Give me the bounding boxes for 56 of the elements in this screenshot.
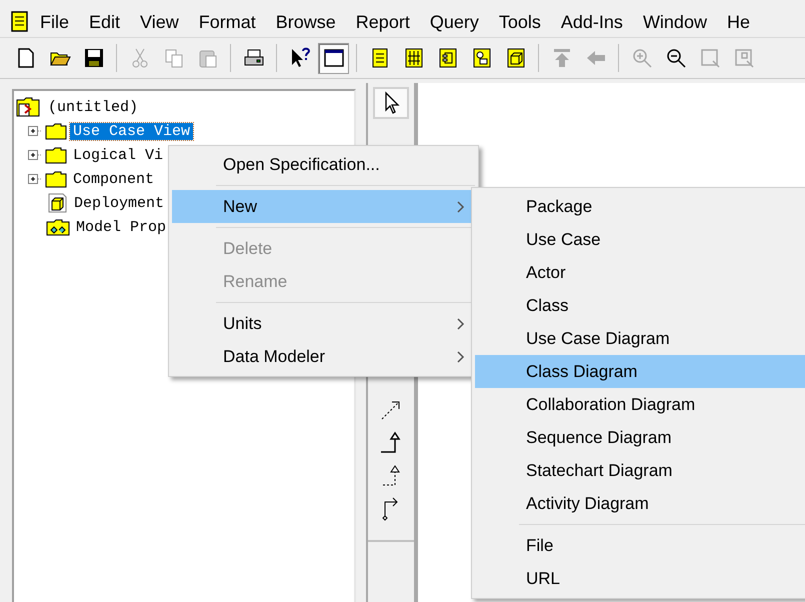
folder-icon: [45, 122, 67, 140]
tree-item[interactable]: Use Case View: [70, 122, 194, 140]
toolbar-button[interactable]: [318, 42, 349, 74]
generalization-tool-icon: [379, 430, 403, 456]
copy-icon: [162, 47, 184, 69]
menu-item[interactable]: Use Case: [475, 223, 805, 256]
menu-title[interactable]: Add-Ins: [550, 12, 633, 32]
menu-title[interactable]: Edit: [79, 12, 130, 32]
model-icon: [16, 97, 42, 117]
window-icon: [322, 47, 344, 69]
tree-item[interactable]: Deployment: [71, 194, 168, 212]
zoom-in-icon: [630, 47, 652, 69]
menu-title[interactable]: Browse: [266, 12, 346, 32]
folder-icon: [46, 218, 70, 236]
menu-item[interactable]: Statechart Diagram: [475, 454, 805, 487]
fit-selection-icon: [732, 47, 754, 69]
menu-item[interactable]: Open Specification...: [172, 148, 475, 181]
menu-title[interactable]: Window: [632, 12, 717, 32]
menu-item[interactable]: Sequence Diagram: [475, 421, 805, 454]
menu-item[interactable]: Collaboration Diagram: [475, 388, 805, 421]
bars-icon: [402, 47, 424, 69]
menu-title[interactable]: File: [30, 12, 80, 32]
cube-icon: [46, 193, 68, 213]
menu-title[interactable]: Query: [420, 12, 489, 32]
plus-icon[interactable]: [28, 125, 42, 137]
menu-item[interactable]: Package: [475, 190, 805, 223]
menu-title[interactable]: Tools: [488, 12, 551, 32]
menu-item[interactable]: Class Diagram: [475, 355, 805, 388]
document-icon[interactable]: [10, 11, 30, 33]
tree-item[interactable]: Component: [70, 170, 158, 188]
shapes-icon: [470, 47, 492, 69]
menu-item[interactable]: Class: [475, 289, 805, 322]
plus-icon[interactable]: [28, 173, 42, 185]
tree-item[interactable]: (untitled): [45, 98, 142, 116]
menu-item[interactable]: File: [475, 529, 805, 562]
menu-item[interactable]: Activity Diagram: [475, 487, 805, 520]
menu-item[interactable]: Use Case Diagram: [475, 322, 805, 355]
plus-icon[interactable]: [28, 149, 42, 161]
menu-item[interactable]: Actor: [475, 256, 805, 289]
menu-title[interactable]: View: [130, 12, 189, 32]
zoom-out-icon: [664, 47, 686, 69]
fit-icon: [698, 47, 720, 69]
tree-item[interactable]: Logical Vi: [70, 146, 166, 164]
cube-icon: [504, 47, 526, 69]
folder-icon: [45, 170, 67, 188]
menu-item[interactable]: Data Modeler: [172, 340, 475, 373]
palette-tool[interactable]: [373, 87, 409, 119]
menu-item[interactable]: Units: [172, 307, 475, 340]
save-icon: [82, 47, 104, 69]
tree-item[interactable]: Model Prop: [73, 218, 170, 236]
menu-title[interactable]: Format: [188, 12, 266, 32]
menu-title[interactable]: Report: [346, 12, 420, 32]
menu-item[interactable]: URL: [475, 562, 805, 595]
menu-title[interactable]: He: [716, 12, 760, 32]
component-icon: [436, 47, 458, 69]
folder-icon: [45, 146, 67, 164]
